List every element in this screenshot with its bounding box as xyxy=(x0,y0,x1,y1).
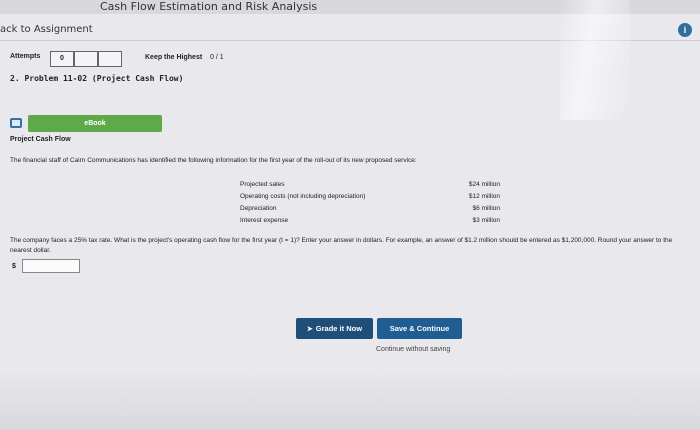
answer-input[interactable] xyxy=(22,259,80,273)
bottom-shade xyxy=(0,370,700,430)
attempts-count: 0 xyxy=(50,51,74,67)
header-divider xyxy=(0,40,700,41)
table-row: Operating costs (not including depreciat… xyxy=(240,193,500,205)
attempts-label: Attempts xyxy=(10,53,41,60)
table-row: Depreciation $6 million xyxy=(240,205,500,217)
row-label: Depreciation xyxy=(240,205,277,212)
arrow-icon: ➤ xyxy=(306,325,313,333)
row-label: Interest expense xyxy=(240,217,289,224)
screen-glare xyxy=(560,0,630,120)
problem-title: 2. Problem 11-02 (Project Cash Flow) xyxy=(10,74,184,83)
book-icon[interactable] xyxy=(10,118,22,128)
save-continue-button[interactable]: Save & Continue xyxy=(377,318,462,339)
keep-highest-label: Keep the Highest xyxy=(145,54,203,61)
keep-highest-score: 0 / 1 xyxy=(210,54,224,61)
currency-symbol: $ xyxy=(12,263,16,270)
row-value: $3 million xyxy=(472,217,500,224)
row-value: $6 million xyxy=(472,205,500,212)
continue-without-saving-link[interactable]: Continue without saving xyxy=(376,346,450,353)
table-row: Projected sales $24 million xyxy=(240,181,500,193)
chapter-title: Cash Flow Estimation and Risk Analysis xyxy=(100,0,318,13)
grade-it-now-button[interactable]: ➤ Grade it Now xyxy=(296,318,373,339)
back-to-assignment-link[interactable]: ack to Assignment xyxy=(0,24,93,35)
question-text: The company faces a 25% tax rate. What i… xyxy=(10,237,673,254)
table-row: Interest expense $3 million xyxy=(240,217,500,229)
project-data-table: Projected sales $24 million Operating co… xyxy=(240,181,500,229)
row-value: $24 million xyxy=(468,181,500,188)
problem-intro: The financial staff of Cairn Communicati… xyxy=(10,157,417,164)
info-icon[interactable]: i xyxy=(678,23,692,37)
section-title: Project Cash Flow xyxy=(10,136,71,143)
attempts-box-empty xyxy=(98,51,122,67)
ebook-button[interactable]: eBook xyxy=(28,115,162,132)
grade-button-label: Grade it Now xyxy=(315,324,363,333)
attempts-box-empty xyxy=(74,51,98,67)
row-label: Projected sales xyxy=(240,181,285,188)
row-label: Operating costs (not including depreciat… xyxy=(240,193,366,200)
row-value: $12 million xyxy=(468,193,500,200)
attempts-boxes: 0 xyxy=(50,51,122,67)
